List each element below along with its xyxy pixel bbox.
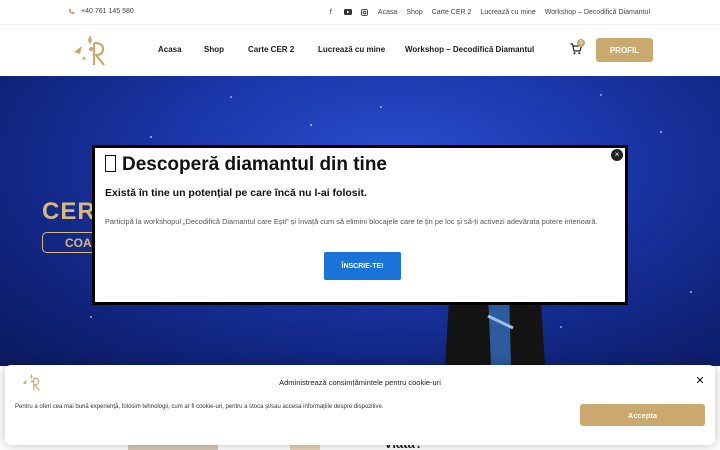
sparkle xyxy=(600,94,602,96)
sparkle xyxy=(310,124,312,126)
topbar-link-shop[interactable]: Shop xyxy=(406,9,422,16)
topbar-link-acasa[interactable]: Acasa xyxy=(378,9,397,16)
nav-item-workshop[interactable]: Workshop – Decodifică Diamantul xyxy=(405,45,534,54)
topbar-link-carte[interactable]: Carte CER 2 xyxy=(432,9,472,16)
sparkle xyxy=(380,106,382,108)
instagram-icon[interactable] xyxy=(361,8,369,16)
popup-subheading: Există în tine un potențial pe care încă… xyxy=(105,187,367,199)
cookie-title: Administrează consimțămintele pentru coo… xyxy=(279,378,441,387)
sparkle xyxy=(230,96,232,98)
sparkle xyxy=(150,136,152,138)
popup-close-button[interactable]: × xyxy=(611,149,623,161)
cookie-consent-panel: Administrează consimțămintele pentru coo… xyxy=(5,365,715,445)
popup-heading-text: Descoperă diamantul din tine xyxy=(122,154,387,175)
phone-icon xyxy=(68,8,75,15)
signup-button[interactable]: ÎNSCRIE-TE! xyxy=(324,252,401,280)
topbar-link-lucreaza[interactable]: Lucrează cu mine xyxy=(480,9,535,16)
popup-body-text: Participă la workshopul „Decodifică Diam… xyxy=(105,217,598,226)
cookie-close-button[interactable]: ✕ xyxy=(695,376,705,387)
sparkle xyxy=(690,291,692,293)
profile-button[interactable]: PROFIL xyxy=(596,38,653,62)
main-header: Acasa Shop Carte CER 2 Lucrează cu mine … xyxy=(0,25,720,76)
facebook-icon[interactable]: f xyxy=(327,8,335,16)
cart-count-badge: 0 xyxy=(577,39,585,47)
phone-number[interactable]: +40 761 145 580 xyxy=(81,8,134,15)
nav-item-carte[interactable]: Carte CER 2 xyxy=(248,45,294,54)
site-logo[interactable] xyxy=(70,32,112,68)
top-bar: +40 761 145 580 f Acasa Shop Carte CER 2… xyxy=(0,0,720,25)
popup-heading: Descoperă diamantul din tine xyxy=(105,154,387,176)
topbar-link-workshop[interactable]: Workshop – Decodifică Diamantul xyxy=(545,9,650,16)
workshop-popup: × Descoperă diamantul din tine Există în… xyxy=(92,145,628,305)
top-bar-right: f Acasa Shop Carte CER 2 Lucrează cu min… xyxy=(327,8,650,16)
sparkle xyxy=(90,316,92,318)
diamond-icon xyxy=(105,155,116,172)
nav-item-acasa[interactable]: Acasa xyxy=(158,45,182,54)
sparkle xyxy=(660,131,662,133)
cookie-description: Pentru a oferi cea mai bună experiență, … xyxy=(15,404,384,410)
phone-contact[interactable]: +40 761 145 580 xyxy=(68,8,134,15)
nav-item-lucreaza[interactable]: Lucrează cu mine xyxy=(318,45,385,54)
hero-title: CER xyxy=(42,198,96,225)
nav-item-shop[interactable]: Shop xyxy=(204,45,224,54)
page: +40 761 145 580 f Acasa Shop Carte CER 2… xyxy=(0,0,720,450)
youtube-icon[interactable] xyxy=(343,8,352,16)
cookie-accept-button[interactable]: Accepta xyxy=(580,404,705,426)
